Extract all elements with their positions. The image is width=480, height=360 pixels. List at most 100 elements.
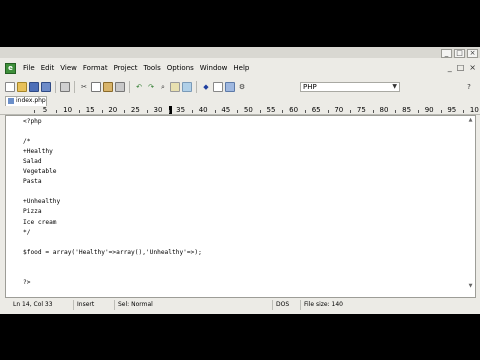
menu-edit[interactable]: Edit (38, 64, 58, 72)
menu-options[interactable]: Options (164, 64, 197, 72)
window-controls: _ □ × (441, 49, 478, 58)
ruler-number: 30 (153, 106, 163, 114)
save-icon[interactable] (29, 82, 39, 92)
scroll-down-icon[interactable]: ▼ (467, 283, 474, 290)
ruler-tick (33, 110, 35, 113)
ruler-tick (440, 110, 442, 113)
title-bar: _ □ × (0, 47, 480, 58)
toolbar-separator (196, 81, 197, 93)
ruler-number: 65 (311, 106, 321, 114)
menu-format[interactable]: Format (80, 64, 111, 72)
find-icon[interactable]: ⌕ (158, 82, 168, 92)
app-icon: e (5, 62, 16, 74)
menu-view[interactable]: View (57, 64, 80, 72)
column-ruler: 5 10 15 20 25 30 35 40 45 50 55 60 65 70 75 80 85 90 95 10 (0, 106, 480, 115)
status-position: Ln 14, Col 33 (13, 301, 53, 308)
code-line: Salad (23, 158, 42, 166)
scroll-up-icon[interactable]: ▲ (467, 117, 474, 124)
ruler-tick (282, 110, 284, 113)
ruler-tick (169, 110, 171, 113)
file-icon (8, 98, 14, 104)
ruler-number: 10 (469, 106, 479, 114)
replace-icon[interactable] (182, 82, 192, 92)
code-line: Ice cream (23, 218, 57, 226)
settings-icon[interactable]: ⚙ (237, 82, 247, 92)
paste-icon[interactable] (103, 82, 113, 92)
toolbar: ✂ ↶ ↷ ⌕ ◆ ⚙ (0, 78, 480, 96)
copy-icon[interactable] (91, 82, 101, 92)
ruler-number: 25 (130, 106, 140, 114)
code-editor[interactable]: ▲ ▼ <?php /* +Healthy Salad Vegetable Pasta +U… (5, 115, 476, 298)
vertical-scrollbar[interactable]: ▲ ▼ (467, 117, 474, 290)
code-line: <?php (23, 118, 42, 125)
language-select[interactable]: PHP ▼ (300, 82, 400, 92)
bookmark-icon[interactable]: ◆ (201, 82, 211, 92)
code-line: Pizza (23, 208, 42, 216)
ruler-number: 85 (402, 106, 412, 114)
ruler-tick (146, 110, 148, 113)
toolbar-right: ? (464, 82, 474, 92)
ruler-tick (101, 110, 103, 113)
ruler-number: 10 (63, 106, 73, 114)
ruler-tick (350, 110, 352, 113)
ruler-number: 20 (108, 106, 118, 114)
ruler-number: 60 (289, 106, 299, 114)
redo-icon[interactable]: ↷ (146, 82, 156, 92)
ruler-number: 50 (243, 106, 253, 114)
save-all-icon[interactable] (41, 82, 51, 92)
ruler-tick (191, 110, 193, 113)
menu-file[interactable]: File (20, 64, 38, 72)
ruler-number: 45 (221, 106, 231, 114)
new-file-icon[interactable] (5, 82, 15, 92)
ruler-number: 75 (356, 106, 366, 114)
code-line: Pasta (23, 178, 42, 186)
ruler-number: 35 (176, 106, 186, 114)
ruler-tick (214, 110, 216, 113)
status-encoding: DOS (272, 300, 302, 310)
ruler-number: 55 (266, 106, 276, 114)
toolbar-separator (129, 81, 130, 93)
print-icon[interactable] (60, 82, 70, 92)
open-folder-icon[interactable] (17, 82, 27, 92)
ruler-tick (463, 110, 465, 113)
document-window-controls: _ □ × (448, 63, 476, 72)
doc-minimize-button[interactable]: _ (448, 63, 452, 72)
doc-close-button[interactable]: × (469, 63, 476, 72)
status-insert-mode: Insert (73, 300, 115, 310)
close-button[interactable]: × (467, 49, 478, 58)
cut-icon[interactable]: ✂ (79, 82, 89, 92)
ruler-number: 80 (379, 106, 389, 114)
menu-tools[interactable]: Tools (141, 64, 164, 72)
toolbar-separator (74, 81, 75, 93)
menu-window[interactable]: Window (197, 64, 231, 72)
minimize-button[interactable]: _ (441, 49, 452, 58)
ruler-number: 95 (447, 106, 457, 114)
find-next-icon[interactable] (170, 82, 180, 92)
code-line: */ (23, 228, 31, 236)
code-line: /* (23, 138, 31, 146)
ruler-tick (237, 110, 239, 113)
doc-restore-button[interactable]: □ (457, 63, 465, 72)
code-line: +Unhealthy (23, 198, 61, 206)
help-icon[interactable]: ? (465, 82, 473, 92)
ruler-tick (78, 110, 80, 113)
menu-project[interactable]: Project (111, 64, 141, 72)
paste-special-icon[interactable] (115, 82, 125, 92)
ruler-tick (395, 110, 397, 113)
code-line: +Healthy (23, 148, 53, 156)
status-selection-mode: Sel: Normal (114, 300, 184, 310)
menu-help[interactable]: Help (230, 64, 252, 72)
toolbar-separator (55, 81, 56, 93)
ruler-tick (372, 110, 374, 113)
status-file-size: File size: 140 (300, 300, 380, 310)
tab-index-php[interactable]: index.php (5, 96, 47, 106)
language-select-value: PHP (303, 83, 317, 91)
ruler-tick (259, 110, 261, 113)
comment-icon[interactable] (213, 82, 223, 92)
ruler-tick (417, 110, 419, 113)
menu-bar: e File Edit View Format Project Tools Op… (0, 58, 480, 78)
undo-icon[interactable]: ↶ (134, 82, 144, 92)
code-line: ?> (23, 278, 31, 286)
maximize-button[interactable]: □ (454, 49, 465, 58)
preview-icon[interactable] (225, 82, 235, 92)
